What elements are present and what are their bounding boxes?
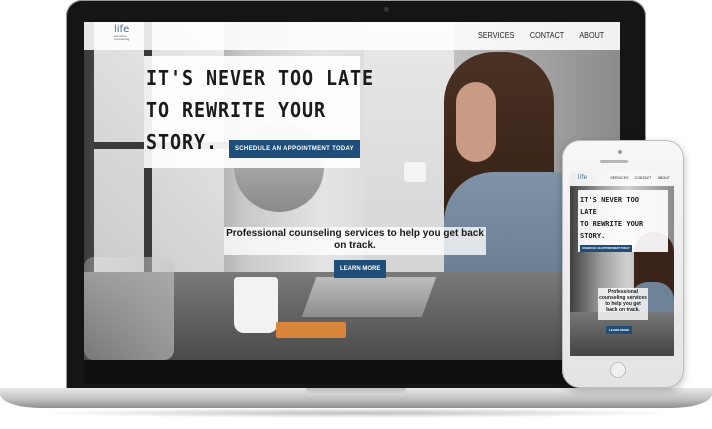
mobile-hero-title: IT'S NEVER TOO LATE TO REWRITE YOUR STOR… <box>580 194 668 242</box>
phone-home-button <box>610 362 626 378</box>
phone-camera <box>618 150 622 154</box>
schedule-appointment-button[interactable]: SCHEDULE AN APPOINTMENT TODAY <box>229 140 360 158</box>
mobile-nav-links: SERVICES CONTACT ABOUT <box>610 176 670 180</box>
nav-links: SERVICES CONTACT ABOUT <box>476 31 606 40</box>
nav-link-services[interactable]: SERVICES <box>478 31 514 40</box>
hero-tagline: Professional counseling services to help… <box>226 228 484 251</box>
mobile-nav-link-about[interactable]: ABOUT <box>658 176 670 180</box>
hero-title-line: IT'S NEVER TOO LATE <box>146 66 374 90</box>
nav-link-contact[interactable]: CONTACT <box>530 31 564 40</box>
laptop-notch <box>306 388 406 395</box>
site-navbar: life solutions counseling SERVICES CONTA… <box>84 22 620 50</box>
mobile-hero-title-line: STORY. <box>580 232 606 240</box>
logo-subtext: solutions counseling <box>114 34 130 41</box>
laptop-camera <box>384 7 389 12</box>
mobile-hero-title-line: LATE <box>580 208 597 216</box>
nav-link-about[interactable]: ABOUT <box>580 31 605 40</box>
laptop-bezel <box>84 360 620 384</box>
mobile-learn-more-button[interactable]: LEARN MORE <box>606 326 633 334</box>
phone-speaker <box>600 160 628 163</box>
mobile-hero-title-line: IT'S NEVER TOO <box>580 196 640 204</box>
mobile-nav-link-services[interactable]: SERVICES <box>610 176 628 180</box>
laptop-screen: life solutions counseling SERVICES CONTA… <box>84 22 620 360</box>
mobile-logo[interactable]: life <box>578 174 587 181</box>
mobile-schedule-appointment-button[interactable]: SCHEDULE AN APPOINTMENT TODAY <box>580 245 632 252</box>
hero-title-line: TO REWRITE YOUR <box>146 98 326 122</box>
mobile-nav-link-contact[interactable]: CONTACT <box>635 176 652 180</box>
mobile-navbar: life SERVICES CONTACT ABOUT <box>570 172 674 186</box>
phone-screen: life SERVICES CONTACT ABOUT IT'S NEVER T… <box>570 172 674 356</box>
laptop-shadow <box>30 408 682 418</box>
mobile-hero-tagline: Professional counseling services to help… <box>599 289 647 313</box>
learn-more-button[interactable]: LEARN MORE <box>334 260 387 278</box>
site-logo[interactable]: life solutions counseling <box>114 25 136 41</box>
mobile-hero-title-line: TO REWRITE YOUR <box>580 220 644 228</box>
